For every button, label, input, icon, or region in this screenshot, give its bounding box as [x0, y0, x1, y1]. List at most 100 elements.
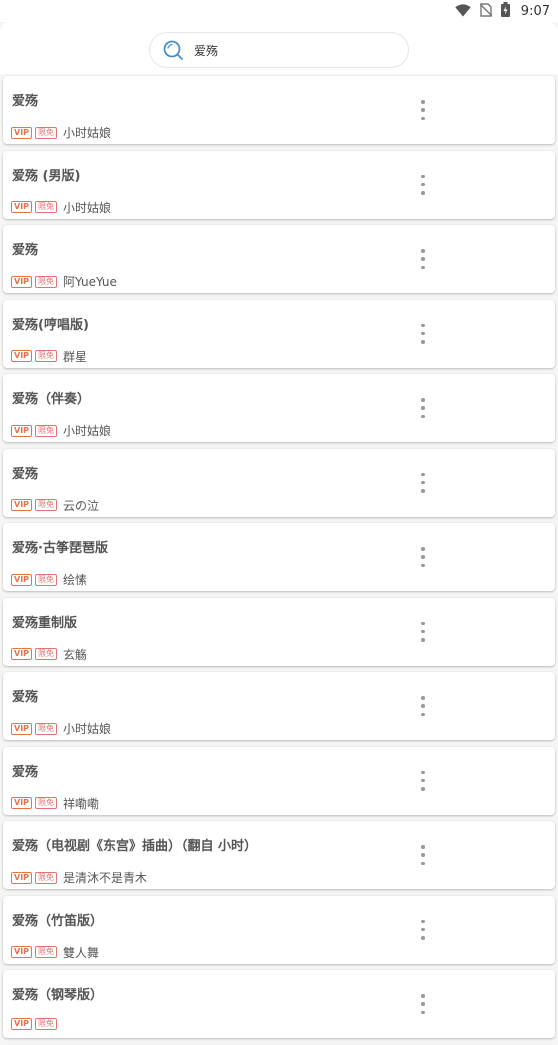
song-list-item[interactable]: 爱殇 VIP 限免 小时姑娘 [3, 672, 555, 740]
song-title: 爱殇 [12, 764, 39, 780]
more-options-icon[interactable] [419, 845, 427, 865]
song-list-item[interactable]: 爱殇 VIP 限免 阿YueYue [3, 225, 555, 293]
more-options-icon[interactable] [419, 174, 427, 195]
song-title: 爱殇重制版 [12, 615, 78, 631]
free-badge: 限免 [35, 350, 58, 362]
free-badge: 限免 [35, 1018, 58, 1030]
song-artist: 阿YueYue [63, 275, 117, 289]
vip-badge: VIP [11, 126, 33, 139]
song-title: 爱殇（电视剧《东宫》插曲）（翻自 小时） [12, 839, 258, 854]
more-options-icon[interactable] [419, 994, 427, 1014]
song-list-item[interactable]: 爱殇 (男版) VIP 限免 小时姑娘 [3, 150, 555, 219]
status-bar: 9:07 [0, 0, 558, 22]
vip-badge: VIP [11, 722, 33, 735]
more-options-icon[interactable] [419, 100, 427, 120]
song-artist: 祥嘞嘞 [63, 796, 100, 811]
wifi-icon [455, 2, 471, 21]
song-artist: 绘愫 [63, 573, 88, 587]
song-meta: VIP 限免 是清沐不是青木 [11, 869, 147, 886]
song-artist: 小时姑娘 [63, 126, 112, 140]
song-artist: 小时姑娘 [63, 200, 112, 215]
free-badge: 限免 [35, 424, 58, 437]
song-list-item[interactable]: 爱殇重制版 VIP 限免 玄觞 [3, 597, 555, 666]
more-options-icon[interactable] [419, 472, 427, 493]
vip-badge: VIP [11, 424, 33, 437]
status-time: 9:07 [520, 3, 550, 19]
song-meta: VIP 限免 [11, 1018, 63, 1030]
song-list-item[interactable]: 爱殇 VIP 限免 小时姑娘 [3, 76, 555, 144]
free-badge: 限免 [35, 946, 58, 958]
more-options-icon[interactable] [419, 621, 427, 642]
song-meta: VIP 限免 玄觞 [11, 646, 87, 663]
vip-badge: VIP [11, 797, 33, 809]
song-title: 爱殇 [12, 243, 39, 258]
vip-badge: VIP [11, 573, 33, 586]
free-badge: 限免 [35, 201, 58, 213]
song-artist: 玄觞 [63, 647, 88, 662]
song-title: 爱殇 [12, 690, 39, 705]
search-header: 爱殇 [0, 22, 558, 74]
song-list-item[interactable]: 爱殇·古筝琵琶版 VIP 限免 绘愫 [3, 523, 555, 591]
vip-badge: VIP [11, 648, 33, 660]
song-title: 爱殇 [12, 466, 39, 482]
song-meta: VIP 限免 绘愫 [11, 571, 87, 588]
song-list: 爱殇 VIP 限免 小时姑娘 爱殇 (男版) VIP 限免 小时姑娘 爱殇 VIP 限免 阿YueYu… [3, 76, 555, 1045]
free-badge: 限免 [35, 871, 58, 884]
free-badge: 限免 [35, 573, 58, 586]
song-artist: 云の泣 [63, 498, 100, 513]
song-title: 爱殇（钢琴版） [12, 988, 104, 1003]
song-list-item[interactable]: 爱殇(哼唱版) VIP 限免 群星 [3, 299, 555, 368]
no-sim-icon [479, 2, 493, 21]
song-list-item[interactable]: 爱殇（电视剧《东宫》插曲）（翻自 小时） VIP 限免 是清沐不是青木 [3, 821, 555, 889]
more-options-icon[interactable] [419, 323, 427, 344]
song-meta: VIP 限免 阿YueYue [11, 273, 117, 290]
song-meta: VIP 限免 云の泣 [11, 497, 99, 514]
vip-badge: VIP [11, 275, 33, 288]
song-title: 爱殇 (男版) [12, 168, 81, 184]
more-options-icon[interactable] [419, 398, 427, 418]
song-meta: VIP 限免 小时姑娘 [11, 199, 111, 216]
song-title: 爱殇(哼唱版) [12, 317, 89, 333]
song-artist: 群星 [63, 349, 88, 364]
free-badge: 限免 [35, 648, 58, 660]
search-icon[interactable] [150, 39, 184, 61]
more-options-icon[interactable] [419, 696, 427, 716]
more-options-icon[interactable] [419, 249, 427, 269]
free-badge: 限免 [35, 797, 58, 809]
free-badge: 限免 [35, 126, 58, 139]
search-query[interactable]: 爱殇 [194, 42, 218, 59]
song-artist: 小时姑娘 [63, 424, 112, 438]
battery-icon [500, 1, 510, 21]
more-options-icon[interactable] [419, 547, 427, 567]
song-title: 爱殇·古筝琵琶版 [12, 541, 108, 556]
song-artist: 雙人舞 [63, 945, 100, 960]
song-meta: VIP 限免 小时姑娘 [11, 422, 111, 439]
song-meta: VIP 限免 小时姑娘 [11, 720, 111, 737]
vip-badge: VIP [11, 350, 33, 362]
vip-badge: VIP [11, 871, 33, 884]
free-badge: 限免 [35, 722, 58, 735]
song-artist: 小时姑娘 [63, 722, 112, 736]
vip-badge: VIP [11, 201, 33, 213]
song-list-item[interactable]: 爱殇 VIP 限免 云の泣 [3, 448, 555, 517]
song-title: 爱殇 [12, 94, 39, 109]
vip-badge: VIP [11, 499, 33, 511]
song-meta: VIP 限免 雙人舞 [11, 944, 99, 961]
song-meta: VIP 限免 小时姑娘 [11, 124, 111, 141]
song-list-item[interactable]: 爱殇 VIP 限免 祥嘞嘞 [3, 746, 555, 815]
search-input[interactable]: 爱殇 [149, 32, 409, 68]
song-list-item[interactable]: 爱殇（钢琴版） VIP 限免 [3, 970, 555, 1038]
free-badge: 限免 [35, 275, 58, 288]
song-title: 爱殇（竹笛版） [12, 913, 104, 929]
song-artist: 是清沐不是青木 [63, 871, 148, 885]
song-list-item[interactable]: 爱殇（伴奏） VIP 限免 小时姑娘 [3, 374, 555, 442]
more-options-icon[interactable] [419, 919, 427, 940]
song-meta: VIP 限免 群星 [11, 348, 87, 365]
song-list-item[interactable]: 爱殇（竹笛版） VIP 限免 雙人舞 [3, 895, 555, 964]
free-badge: 限免 [35, 499, 58, 511]
vip-badge: VIP [11, 946, 33, 958]
more-options-icon[interactable] [419, 770, 427, 791]
song-title: 爱殇（伴奏） [12, 392, 91, 407]
song-meta: VIP 限免 祥嘞嘞 [11, 795, 99, 812]
vip-badge: VIP [11, 1018, 33, 1030]
